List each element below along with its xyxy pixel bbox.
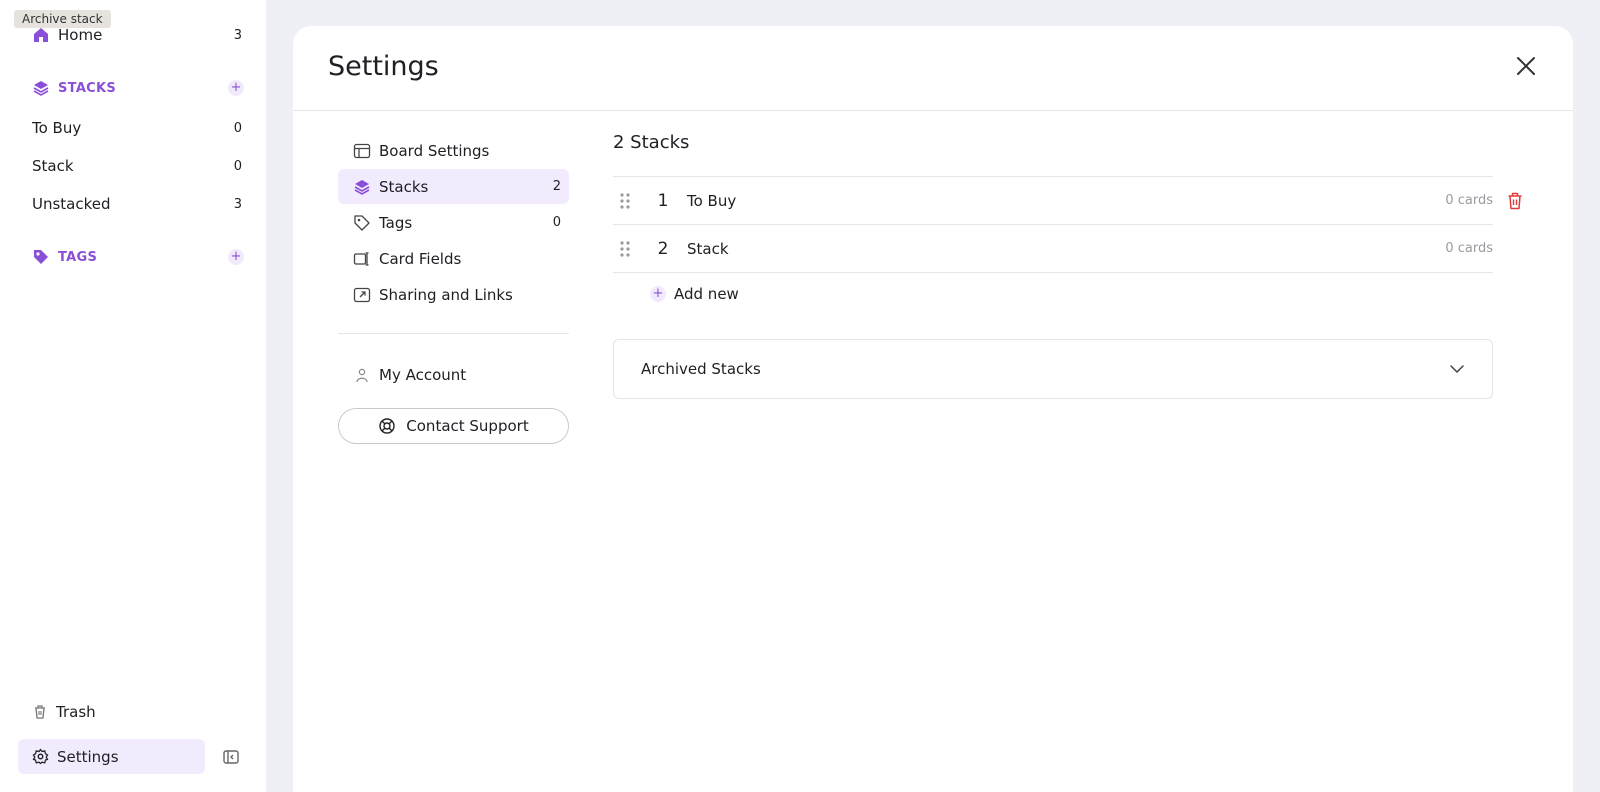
sidebar-item-trash[interactable]: Trash bbox=[32, 703, 96, 721]
nav-label: Board Settings bbox=[379, 141, 490, 160]
nav-my-account[interactable]: My Account bbox=[338, 357, 569, 392]
stack-list: 1 To Buy 0 cards 2 Stack 0 cards bbox=[613, 176, 1522, 273]
stacks-icon bbox=[354, 179, 370, 195]
sidebar-item-stack[interactable]: Stack 0 bbox=[32, 154, 242, 178]
settings-nav: Board Settings Stacks 2 Tags 0 Card Fiel… bbox=[338, 133, 569, 444]
modal-header: Settings bbox=[293, 26, 1573, 111]
tooltip: Archive stack bbox=[14, 10, 111, 28]
modal-title: Settings bbox=[328, 51, 439, 82]
stack-name[interactable]: To Buy bbox=[687, 192, 1445, 210]
card-fields-icon bbox=[353, 251, 369, 266]
stacks-section-header: STACKS + bbox=[32, 77, 244, 99]
nav-divider bbox=[338, 333, 569, 334]
sidebar-item-to-buy[interactable]: To Buy 0 bbox=[32, 116, 242, 140]
stack-card-count: 0 cards bbox=[1445, 193, 1493, 208]
trash-icon[interactable] bbox=[1507, 192, 1523, 210]
tag-icon bbox=[34, 250, 48, 264]
sidebar-item-label: Trash bbox=[56, 703, 96, 721]
nav-stacks[interactable]: Stacks 2 bbox=[338, 169, 569, 204]
stack-number: 2 bbox=[657, 238, 669, 259]
tags-section-header: TAGS + bbox=[32, 246, 244, 268]
nav-count: 2 bbox=[552, 179, 561, 194]
stacks-panel: 2 Stacks 1 To Buy 0 cards 2 Stack 0 card… bbox=[613, 128, 1522, 399]
add-new-stack-button[interactable]: + Add new bbox=[613, 273, 1493, 315]
stacks-icon bbox=[33, 81, 49, 96]
nav-count: 0 bbox=[552, 215, 561, 230]
external-link-icon bbox=[353, 287, 371, 302]
gear-icon bbox=[32, 748, 49, 765]
nav-tags[interactable]: Tags 0 bbox=[338, 205, 569, 240]
tags-heading: TAGS bbox=[58, 249, 98, 265]
home-icon bbox=[34, 28, 48, 42]
lifebuoy-icon bbox=[379, 418, 395, 434]
nav-board-settings[interactable]: Board Settings bbox=[338, 133, 569, 168]
sidebar-item-label: Unstacked bbox=[32, 195, 111, 213]
plus-icon: + bbox=[650, 286, 666, 302]
sidebar-item-count: 0 bbox=[233, 158, 242, 174]
close-icon[interactable] bbox=[1514, 54, 1538, 78]
drag-handle-icon[interactable] bbox=[619, 191, 631, 211]
sidebar-item-label: Stack bbox=[32, 157, 74, 175]
nav-label: Tags bbox=[379, 213, 413, 232]
archived-stacks-label: Archived Stacks bbox=[641, 360, 761, 378]
tag-icon bbox=[354, 214, 370, 231]
add-stack-button[interactable]: + bbox=[228, 80, 244, 96]
stack-row[interactable]: 2 Stack 0 cards bbox=[613, 225, 1493, 273]
archived-stacks-accordion[interactable]: Archived Stacks bbox=[613, 339, 1493, 399]
nav-label: My Account bbox=[379, 365, 467, 384]
sidebar-item-label: Home bbox=[58, 26, 103, 44]
nav-label: Card Fields bbox=[379, 249, 462, 268]
nav-sharing-links[interactable]: Sharing and Links bbox=[338, 277, 569, 312]
stack-card-count: 0 cards bbox=[1445, 241, 1493, 256]
trash-icon bbox=[35, 705, 45, 719]
settings-modal: Settings Board Settings Stacks 2 Tags 0 bbox=[293, 26, 1573, 792]
nav-label: Stacks bbox=[379, 177, 429, 196]
add-new-label: Add new bbox=[674, 285, 739, 303]
sidebar-item-settings[interactable]: Settings bbox=[18, 739, 205, 774]
stacks-heading: STACKS bbox=[58, 80, 117, 96]
contact-support-button[interactable]: Contact Support bbox=[338, 408, 569, 444]
sidebar-item-label: To Buy bbox=[32, 119, 82, 137]
add-tag-button[interactable]: + bbox=[228, 249, 244, 265]
stack-name[interactable]: Stack bbox=[687, 240, 1445, 258]
sidebar-item-count: 3 bbox=[233, 196, 242, 212]
drag-handle-icon[interactable] bbox=[619, 239, 631, 259]
stacks-count-title: 2 Stacks bbox=[613, 132, 690, 153]
app-sidebar: Archive stack Home 3 STACKS + To Buy 0 S… bbox=[0, 0, 266, 792]
nav-card-fields[interactable]: Card Fields bbox=[338, 241, 569, 276]
contact-support-label: Contact Support bbox=[406, 417, 529, 435]
layout-icon bbox=[353, 143, 371, 158]
chevron-down-icon bbox=[1450, 365, 1464, 373]
stack-number: 1 bbox=[657, 190, 669, 211]
sidebar-item-count: 3 bbox=[233, 27, 242, 43]
stack-row[interactable]: 1 To Buy 0 cards bbox=[613, 177, 1522, 225]
sidebar-item-unstacked[interactable]: Unstacked 3 bbox=[32, 192, 242, 216]
sidebar-item-label: Settings bbox=[57, 747, 119, 766]
user-icon bbox=[356, 368, 368, 382]
sidebar-item-count: 0 bbox=[233, 120, 242, 136]
collapse-sidebar-icon[interactable] bbox=[222, 748, 240, 766]
nav-label: Sharing and Links bbox=[379, 285, 513, 304]
